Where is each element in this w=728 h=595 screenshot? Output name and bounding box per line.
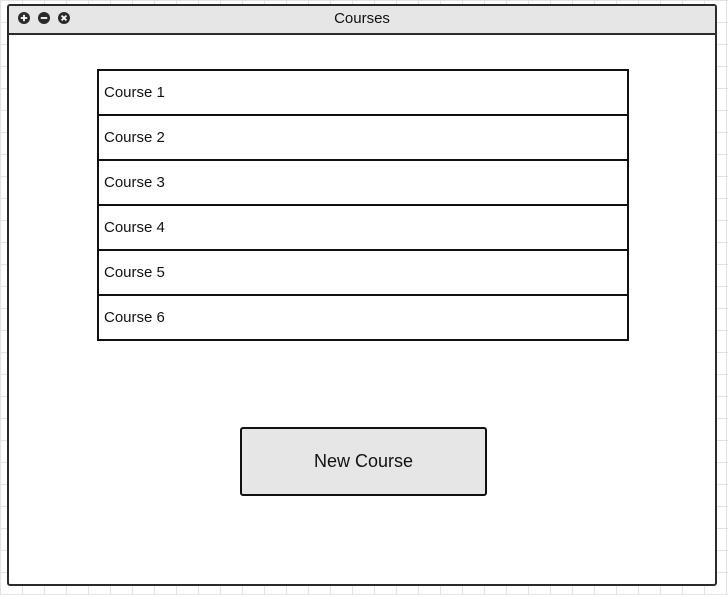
course-list-item[interactable]: Course 6	[99, 296, 627, 341]
window-title: Courses	[334, 10, 390, 27]
course-label: Course 6	[104, 309, 165, 326]
course-list-item[interactable]: Course 5	[99, 251, 627, 296]
close-circle-icon[interactable]	[58, 12, 70, 24]
course-label: Course 4	[104, 219, 165, 236]
courses-window: Courses Course 1 Course 2 Course 3 Cours…	[7, 4, 717, 586]
course-list-item[interactable]: Course 3	[99, 161, 627, 206]
course-list-item[interactable]: Course 1	[99, 71, 627, 116]
course-list: Course 1 Course 2 Course 3 Course 4 Cour…	[97, 69, 629, 341]
course-list-item[interactable]: Course 2	[99, 116, 627, 161]
new-course-button[interactable]: New Course	[240, 427, 487, 496]
plus-circle-icon[interactable]	[18, 12, 30, 24]
title-bar[interactable]: Courses	[9, 6, 715, 35]
course-label: Course 5	[104, 264, 165, 281]
course-label: Course 2	[104, 129, 165, 146]
course-label: Course 3	[104, 174, 165, 191]
minus-circle-icon[interactable]	[38, 12, 50, 24]
window-controls	[18, 12, 70, 24]
course-list-item[interactable]: Course 4	[99, 206, 627, 251]
course-label: Course 1	[104, 84, 165, 101]
